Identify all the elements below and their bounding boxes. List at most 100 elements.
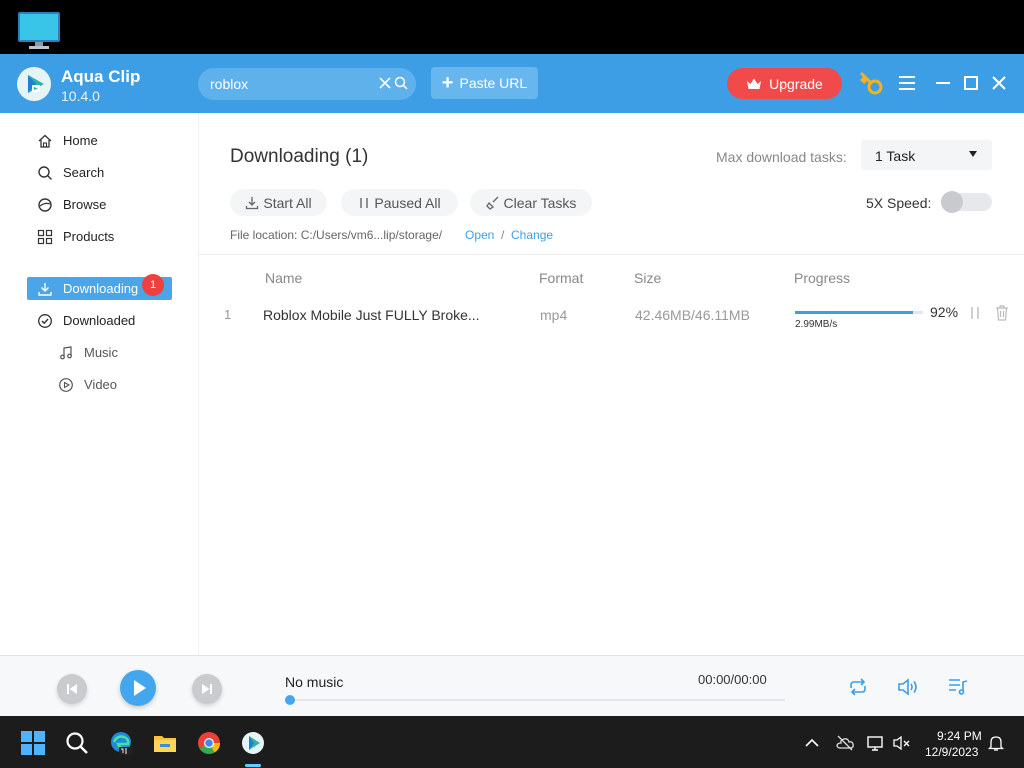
page-title: Downloading (1) bbox=[230, 146, 369, 167]
row-name: Roblox Mobile Just FULLY Broke... bbox=[263, 307, 480, 323]
download-icon bbox=[38, 282, 52, 296]
app-name: Aqua Clip bbox=[61, 67, 141, 86]
progress-bar bbox=[795, 311, 923, 314]
aqua-clip-window: Aqua Clip 10.4.0 + Paste URL Upgrade bbox=[0, 54, 1024, 716]
paste-url-button[interactable]: + Paste URL bbox=[431, 67, 538, 99]
key-icon[interactable] bbox=[858, 70, 884, 96]
playlist-icon[interactable] bbox=[947, 677, 969, 697]
compass-icon bbox=[38, 197, 52, 212]
column-header-name: Name bbox=[265, 270, 303, 286]
speaker-muted-icon[interactable] bbox=[892, 734, 912, 752]
grid-icon bbox=[37, 229, 53, 244]
music-seek-knob[interactable] bbox=[285, 695, 295, 705]
title-bar: Aqua Clip 10.4.0 + Paste URL Upgrade bbox=[0, 54, 1024, 113]
clear-tasks-button[interactable]: Clear Tasks bbox=[470, 189, 592, 216]
check-circle-icon bbox=[38, 313, 52, 328]
trash-icon[interactable] bbox=[995, 304, 1009, 322]
app-logo bbox=[17, 67, 51, 101]
menu-icon[interactable] bbox=[898, 74, 916, 92]
windows-start-icon[interactable] bbox=[20, 730, 46, 756]
edge-browser-icon[interactable] bbox=[108, 730, 134, 756]
max-tasks-select[interactable]: 1 Task bbox=[861, 140, 992, 170]
downloading-count-badge: 1 bbox=[142, 274, 164, 296]
search-icon[interactable] bbox=[64, 730, 90, 756]
previous-button[interactable] bbox=[57, 674, 87, 704]
chrome-icon[interactable] bbox=[196, 730, 222, 756]
column-header-progress: Progress bbox=[794, 270, 851, 286]
skip-forward-icon bbox=[202, 684, 212, 694]
maximize-icon[interactable] bbox=[962, 74, 980, 92]
max-tasks-value: 1 Task bbox=[875, 148, 916, 164]
speed-label: 5X Speed: bbox=[866, 195, 932, 211]
file-location: File location: C:/Users/vm6...lip/storag… bbox=[230, 228, 443, 242]
sidebar: Home Search Browse Products Downloading … bbox=[0, 113, 198, 655]
start-all-label: Start All bbox=[263, 194, 312, 211]
home-icon bbox=[38, 134, 52, 148]
clock-date[interactable]: 12/9/2023 bbox=[925, 745, 978, 759]
active-app-indicator bbox=[245, 764, 261, 767]
skip-back-icon bbox=[67, 684, 77, 694]
notification-bell-icon[interactable] bbox=[987, 734, 1005, 752]
desktop-strip bbox=[0, 0, 1024, 54]
music-note-icon bbox=[60, 345, 72, 359]
clock-time[interactable]: 9:24 PM bbox=[937, 729, 982, 743]
search-icon[interactable] bbox=[394, 76, 408, 90]
downloads-panel: Downloading (1) Max download tasks: 1 Ta… bbox=[198, 113, 1024, 655]
clear-icon[interactable] bbox=[378, 76, 392, 90]
play-button[interactable] bbox=[120, 670, 156, 706]
music-seek-bar[interactable] bbox=[289, 699, 785, 701]
sidebar-item-music[interactable]: Music bbox=[50, 341, 118, 364]
sidebar-item-browse[interactable]: Browse bbox=[27, 193, 172, 216]
change-location-link[interactable]: Change bbox=[511, 228, 553, 242]
repeat-icon[interactable] bbox=[847, 677, 869, 697]
music-title: No music bbox=[285, 674, 344, 690]
pause-icon bbox=[360, 197, 369, 208]
sidebar-item-downloaded[interactable]: Downloaded bbox=[27, 309, 172, 332]
close-icon[interactable] bbox=[990, 74, 1008, 92]
taskbar: 9:24 PM 12/9/2023 bbox=[0, 716, 1024, 768]
row-speed: 2.99MB/s bbox=[795, 319, 838, 330]
upgrade-button[interactable]: Upgrade bbox=[727, 68, 842, 99]
sidebar-item-label: Downloaded bbox=[63, 313, 136, 328]
sidebar-item-search[interactable]: Search bbox=[27, 161, 172, 184]
sidebar-item-label: Browse bbox=[63, 197, 107, 212]
sidebar-item-label: Music bbox=[84, 345, 118, 360]
sidebar-item-label: Downloading bbox=[63, 281, 139, 296]
chevron-up-icon[interactable] bbox=[803, 735, 821, 751]
paste-url-label: Paste URL bbox=[459, 75, 528, 91]
upgrade-label: Upgrade bbox=[769, 75, 823, 92]
paused-all-button[interactable]: Paused All bbox=[341, 189, 458, 216]
app-logo-icon bbox=[18, 68, 50, 100]
broom-icon bbox=[485, 196, 499, 210]
link-separator: / bbox=[501, 228, 505, 242]
minimize-icon[interactable] bbox=[934, 74, 952, 92]
sidebar-item-products[interactable]: Products bbox=[27, 225, 172, 248]
column-header-format: Format bbox=[539, 270, 584, 286]
sidebar-item-label: Products bbox=[63, 229, 115, 244]
aqua-clip-taskbar-icon[interactable] bbox=[240, 730, 266, 756]
search-input[interactable] bbox=[210, 74, 370, 94]
search-icon bbox=[38, 165, 52, 180]
row-size: 42.46MB/46.11MB bbox=[635, 307, 750, 323]
app-version: 10.4.0 bbox=[61, 88, 100, 104]
play-icon bbox=[134, 680, 146, 696]
cloud-off-icon[interactable] bbox=[835, 734, 855, 752]
start-all-button[interactable]: Start All bbox=[230, 189, 327, 216]
progress-fill bbox=[795, 311, 913, 314]
file-explorer-icon[interactable] bbox=[152, 730, 178, 756]
speed-toggle-knob bbox=[941, 191, 963, 213]
next-button[interactable] bbox=[192, 674, 222, 704]
monitor-icon[interactable] bbox=[16, 10, 62, 50]
pause-icon[interactable] bbox=[969, 305, 981, 321]
sidebar-item-video[interactable]: Video bbox=[50, 373, 117, 396]
speed-toggle[interactable] bbox=[941, 191, 992, 213]
play-circle-icon bbox=[59, 377, 73, 392]
plus-icon: + bbox=[441, 72, 454, 94]
network-icon[interactable] bbox=[866, 734, 886, 752]
search-box[interactable] bbox=[198, 68, 416, 100]
paused-all-label: Paused All bbox=[374, 194, 441, 211]
volume-icon[interactable] bbox=[897, 677, 919, 697]
open-folder-link[interactable]: Open bbox=[465, 228, 494, 242]
sidebar-item-label: Search bbox=[63, 165, 105, 180]
sidebar-item-home[interactable]: Home bbox=[27, 129, 172, 152]
